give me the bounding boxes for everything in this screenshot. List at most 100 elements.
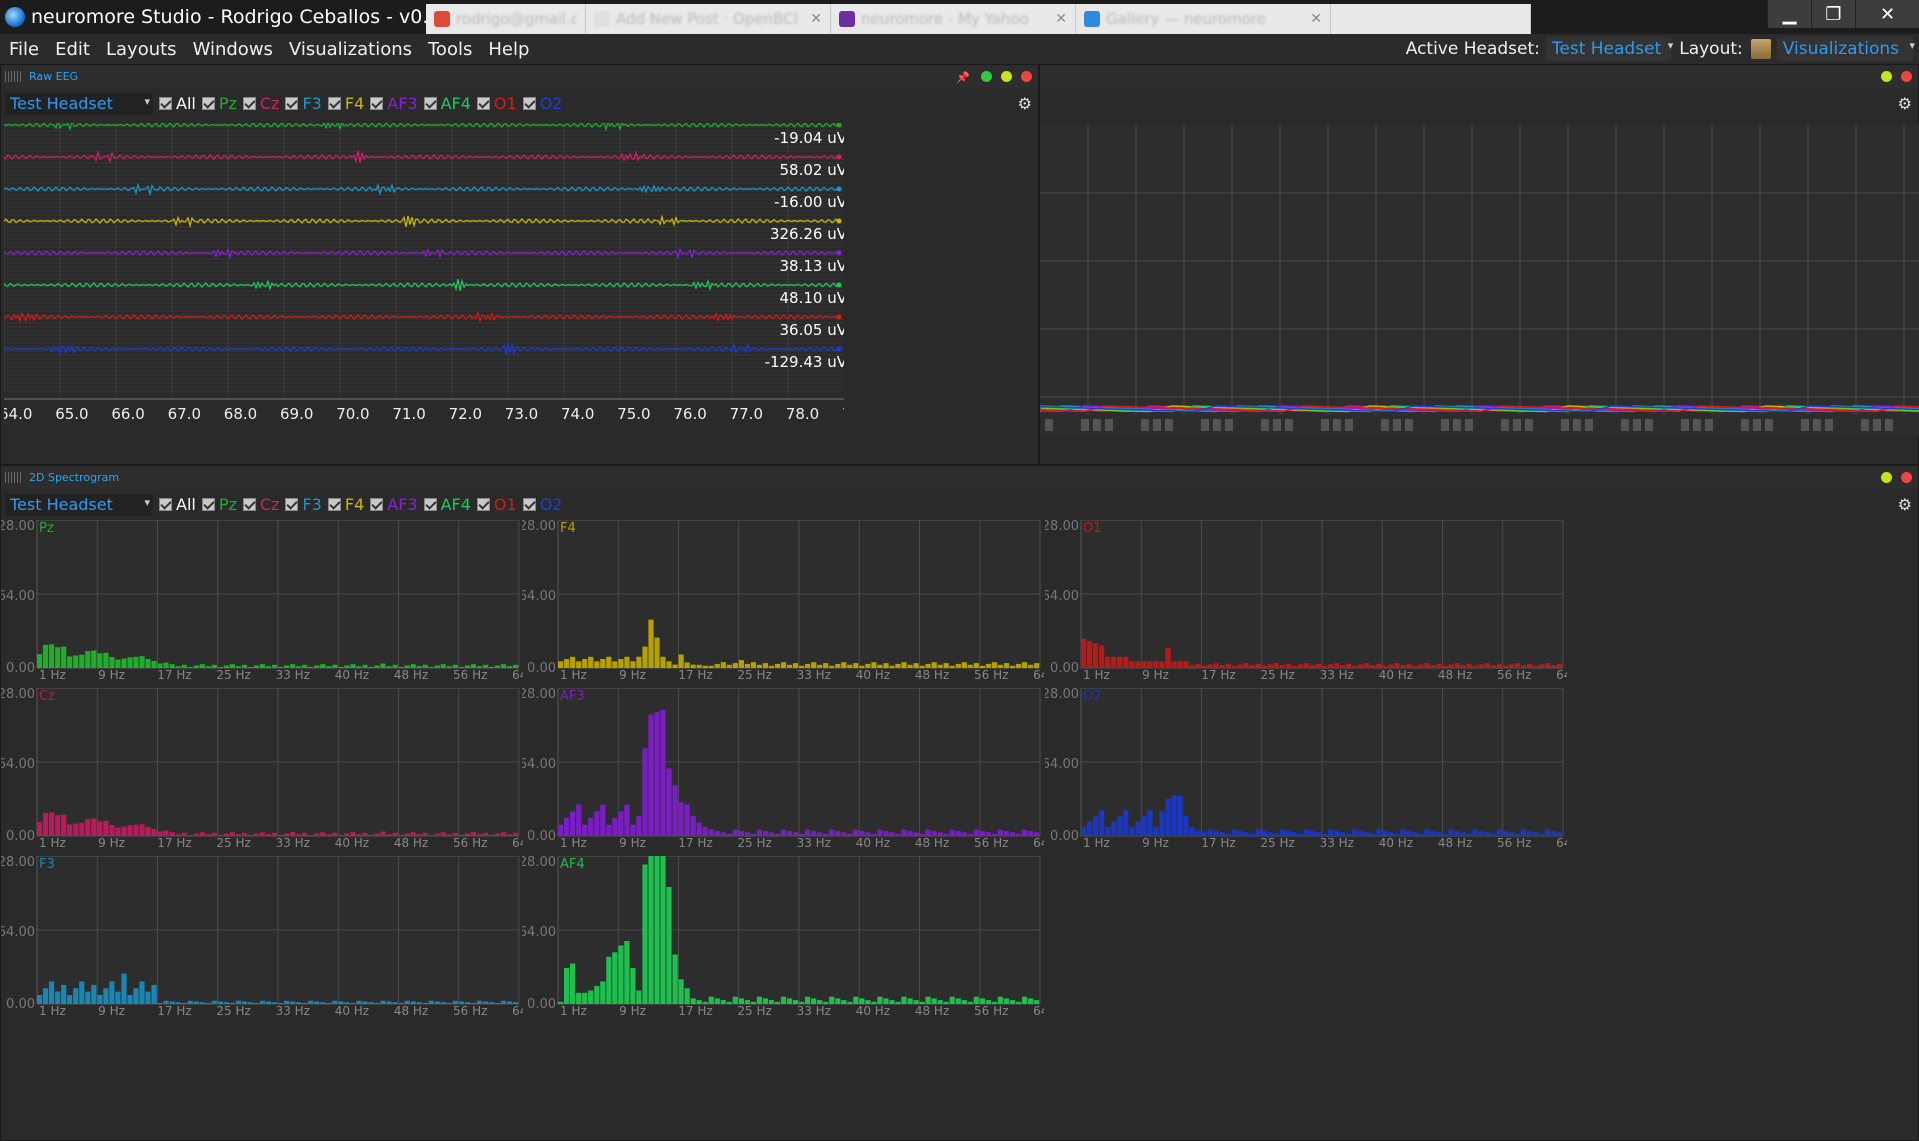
x-axis-label: 25 Hz — [216, 668, 250, 682]
spectrum-bar — [1129, 827, 1135, 836]
checkbox[interactable] — [285, 97, 299, 110]
menu-help[interactable]: Help — [480, 39, 537, 60]
gear-icon[interactable]: ⚙ — [1898, 495, 1912, 514]
menu-bar: File Edit Layouts Windows Visualizations… — [0, 34, 1919, 64]
layout-select[interactable]: Visualizations — [1776, 37, 1915, 61]
menu-layouts[interactable]: Layouts — [98, 39, 185, 60]
maximize-panel-button[interactable] — [1001, 71, 1012, 82]
spectrum-bar — [1400, 829, 1406, 836]
x-axis-label: 25 Hz — [737, 1004, 771, 1018]
checkbox[interactable] — [201, 97, 215, 110]
checkbox[interactable] — [370, 498, 384, 511]
channel-toggle-all[interactable]: All — [159, 495, 196, 514]
channel-toggle-f3[interactable]: F3 — [285, 94, 322, 113]
spectrum-bar — [1532, 832, 1539, 836]
menu-windows[interactable]: Windows — [185, 39, 281, 60]
menu-visualizations[interactable]: Visualizations — [281, 39, 420, 60]
checkbox[interactable] — [522, 97, 536, 110]
channel-toggle-af4[interactable]: AF4 — [423, 94, 471, 113]
channel-toggle-pz[interactable]: Pz — [201, 94, 237, 113]
channel-toggle-cz[interactable]: Cz — [242, 495, 279, 514]
checkbox[interactable] — [159, 97, 172, 110]
channel-toggle-af3[interactable]: AF3 — [370, 94, 418, 113]
pin-icon[interactable]: 📌 — [956, 71, 970, 84]
checkbox[interactable] — [476, 97, 490, 110]
channel-toggle-f4[interactable]: F4 — [327, 495, 364, 514]
channel-toggle-all[interactable]: All — [159, 94, 196, 113]
headset-select[interactable]: Test Headset — [5, 493, 153, 516]
float-button[interactable] — [981, 71, 992, 82]
close-window-button[interactable]: ✕ — [1855, 0, 1919, 28]
x-axis-label: 1 Hz — [560, 836, 587, 850]
spectrum-bar — [738, 660, 744, 668]
minimize-button[interactable]: ▁ — [1767, 0, 1811, 28]
spectrum-bar — [1303, 829, 1310, 836]
browser-tab[interactable] — [1331, 4, 1531, 34]
browser-tab[interactable]: rodrigo@gmail.com — [426, 4, 586, 34]
close-icon[interactable]: ✕ — [810, 11, 822, 27]
checkbox[interactable] — [327, 97, 341, 110]
checkbox[interactable] — [242, 498, 256, 511]
active-headset-label: Active Headset: — [1405, 39, 1540, 59]
channel-toggle-o1[interactable]: O1 — [476, 495, 517, 514]
gear-icon[interactable]: ⚙ — [1018, 94, 1032, 113]
spectrum-bar — [103, 988, 109, 1005]
channel-toggle-o1[interactable]: O1 — [476, 94, 517, 113]
checkbox[interactable] — [242, 97, 256, 110]
spectrum-bar — [253, 1002, 260, 1004]
channel-toggle-cz[interactable]: Cz — [242, 94, 279, 113]
checkbox[interactable] — [327, 498, 341, 511]
spectrum-bar — [91, 650, 97, 668]
spectrum-bar — [127, 657, 133, 668]
channel-toggle-f3[interactable]: F3 — [285, 495, 322, 514]
checkbox[interactable] — [423, 498, 437, 511]
close-panel-button[interactable] — [1901, 71, 1912, 82]
drag-handle-icon[interactable] — [5, 472, 23, 483]
spectrum-bar — [1177, 795, 1183, 836]
x-axis-label: 25 Hz — [1260, 668, 1294, 682]
close-panel-button[interactable] — [1901, 472, 1912, 483]
menu-file[interactable]: File — [0, 39, 47, 60]
spectrum-bar — [253, 833, 260, 836]
spectrum-bar — [320, 832, 326, 836]
time-tick-label: 73.0 — [505, 405, 538, 423]
x-axis-label: 40 Hz — [335, 668, 369, 682]
close-panel-button[interactable] — [1021, 71, 1032, 82]
spectrum-bar — [1141, 815, 1147, 837]
channel-toggle-o2[interactable]: O2 — [522, 94, 562, 113]
drag-handle-icon[interactable] — [5, 71, 23, 82]
spectrum-bar — [1310, 830, 1316, 836]
browser-tab[interactable]: Gallery — neuromore ✕ — [1076, 4, 1331, 34]
close-icon[interactable]: ✕ — [1310, 11, 1322, 27]
menu-tools[interactable]: Tools — [420, 39, 480, 60]
checkbox[interactable] — [159, 498, 172, 511]
checkbox[interactable] — [201, 498, 215, 511]
checkbox[interactable] — [476, 498, 490, 511]
checkbox[interactable] — [423, 97, 437, 110]
close-icon[interactable]: ✕ — [1055, 11, 1067, 27]
maximize-panel-button[interactable] — [1881, 71, 1892, 82]
channel-toggle-f4[interactable]: F4 — [327, 94, 364, 113]
spectrum-bar — [564, 659, 570, 668]
gear-icon[interactable]: ⚙ — [1898, 94, 1912, 113]
headset-select[interactable]: Test Headset — [5, 92, 153, 115]
checkbox[interactable] — [370, 97, 384, 110]
checkbox[interactable] — [285, 498, 299, 511]
browser-tab[interactable]: Add New Post · OpenBCI ✕ — [586, 4, 831, 34]
x-axis-label: 1 Hz — [39, 1004, 66, 1018]
x-axis-label: 17 Hz — [678, 836, 712, 850]
browser-tab[interactable]: neuromore - My Yahoo ✕ — [831, 4, 1076, 34]
active-headset-select[interactable]: Test Headset — [1545, 37, 1674, 61]
channel-toggle-af4[interactable]: AF4 — [423, 495, 471, 514]
channel-toggle-pz[interactable]: Pz — [201, 495, 237, 514]
maximize-panel-button[interactable] — [1881, 472, 1892, 483]
menu-edit[interactable]: Edit — [47, 39, 98, 60]
channel-toggle-o2[interactable]: O2 — [522, 495, 562, 514]
channel-toggle-af3[interactable]: AF3 — [370, 495, 418, 514]
checkbox[interactable] — [522, 498, 536, 511]
spectrum-bar — [967, 833, 973, 837]
maximize-button[interactable]: ❐ — [1811, 0, 1855, 28]
spectrum-bar — [1472, 665, 1478, 669]
spectrum-bar — [1490, 833, 1496, 837]
spectrum-bar — [121, 973, 127, 1004]
